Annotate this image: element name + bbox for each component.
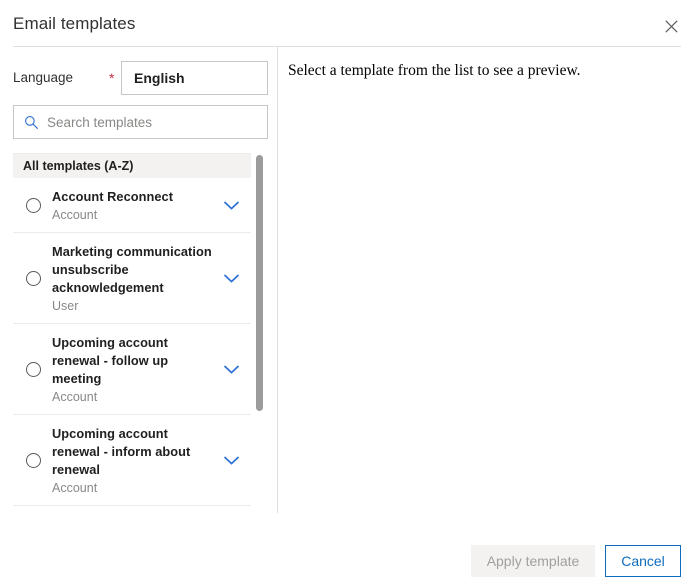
template-list[interactable]: All templates (A-Z) Account Reconnect Ac…	[13, 153, 268, 513]
language-value: English	[134, 70, 185, 86]
magnifier-glyph	[25, 115, 39, 129]
list-item[interactable]: Upcoming account renewal - inform about …	[13, 415, 251, 506]
apply-template-button[interactable]: Apply template	[471, 545, 595, 577]
chevron-glyph	[223, 201, 239, 210]
template-selection-pane: Language * English All templates (A-Z)	[0, 47, 277, 560]
template-group-header: All templates (A-Z)	[13, 153, 251, 178]
dialog-footer: Apply template Cancel	[0, 513, 694, 584]
list-scrollbar-thumb[interactable]	[256, 155, 263, 411]
template-text: Account Reconnect Account	[52, 188, 220, 223]
list-item[interactable]: Upcoming account renewal - share quote A…	[13, 506, 251, 513]
language-label: Language	[13, 70, 74, 85]
cancel-button[interactable]: Cancel	[605, 545, 681, 577]
language-field[interactable]: English	[121, 61, 268, 95]
template-radio[interactable]	[26, 198, 41, 213]
chevron-glyph	[223, 274, 239, 283]
chevron-glyph	[223, 456, 239, 465]
chevron-down-icon[interactable]	[220, 195, 242, 217]
dialog-body: Language * English All templates (A-Z)	[0, 47, 694, 560]
template-text: Upcoming account renewal - inform about …	[52, 425, 220, 496]
close-icon[interactable]	[658, 13, 684, 39]
chevron-down-icon[interactable]	[220, 359, 242, 381]
template-text: Upcoming account renewal - follow up mee…	[52, 334, 220, 405]
search-box[interactable]	[13, 105, 268, 139]
list-item[interactable]: Upcoming account renewal - follow up mee…	[13, 324, 251, 415]
template-group-header-label: All templates (A-Z)	[23, 159, 134, 173]
search-input[interactable]	[47, 114, 242, 130]
dialog-header: Email templates	[0, 0, 694, 46]
template-text: Marketing communication unsubscribe ackn…	[52, 243, 220, 314]
close-glyph	[664, 19, 678, 33]
template-entity: Account	[52, 481, 98, 495]
chevron-down-icon[interactable]	[220, 268, 242, 290]
list-item[interactable]: Marketing communication unsubscribe ackn…	[13, 233, 251, 324]
chevron-down-icon[interactable]	[220, 450, 242, 472]
template-name: Account Reconnect	[52, 189, 174, 204]
template-name: Upcoming account renewal - inform about …	[52, 426, 191, 477]
template-entity: User	[52, 299, 79, 313]
search-icon	[24, 115, 39, 130]
template-radio[interactable]	[26, 453, 41, 468]
preview-pane: Select a template from the list to see a…	[278, 47, 694, 513]
template-name: Marketing communication unsubscribe ackn…	[52, 244, 212, 295]
page-title: Email templates	[13, 14, 136, 33]
list-item[interactable]: Account Reconnect Account	[13, 178, 251, 233]
template-entity: Account	[52, 390, 98, 404]
chevron-glyph	[223, 365, 239, 374]
language-row: Language * English	[13, 61, 268, 95]
preview-placeholder-text: Select a template from the list to see a…	[288, 62, 581, 79]
template-radio[interactable]	[26, 271, 41, 286]
template-entity: Account	[52, 208, 98, 222]
required-asterisk: *	[109, 70, 115, 86]
template-radio[interactable]	[26, 362, 41, 377]
template-name: Upcoming account renewal - follow up mee…	[52, 335, 169, 386]
